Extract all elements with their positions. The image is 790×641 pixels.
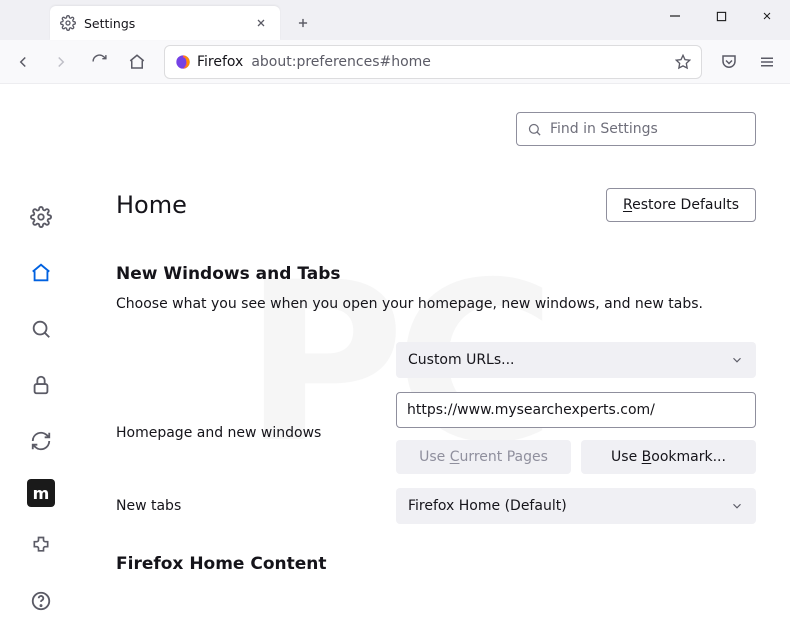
tab-title: Settings xyxy=(84,16,244,31)
homepage-mode-value: Custom URLs... xyxy=(408,352,515,368)
pocket-button[interactable] xyxy=(712,45,746,79)
reload-button[interactable] xyxy=(82,45,116,79)
sidebar-item-sync[interactable] xyxy=(23,423,59,459)
url-identity: Firefox xyxy=(197,54,243,70)
homepage-label: Homepage and new windows xyxy=(116,425,376,441)
sidebar-item-help[interactable] xyxy=(23,583,59,619)
sidebar-item-home[interactable] xyxy=(23,255,59,291)
newtabs-mode-select[interactable]: Firefox Home (Default) xyxy=(396,488,756,524)
chevron-down-icon xyxy=(730,353,744,367)
settings-sidebar: m xyxy=(0,84,82,641)
sidebar-item-more-mozilla[interactable]: m xyxy=(27,479,55,507)
window-controls xyxy=(652,0,790,40)
browser-tab[interactable]: Settings xyxy=(50,6,280,40)
chevron-down-icon xyxy=(730,499,744,513)
close-window-button[interactable] xyxy=(744,0,790,32)
sidebar-item-extensions[interactable] xyxy=(23,527,59,563)
minimize-button[interactable] xyxy=(652,0,698,32)
find-in-settings-input[interactable]: Find in Settings xyxy=(516,112,756,146)
firefox-icon xyxy=(175,54,191,70)
restore-defaults-button[interactable]: Restore Defaults xyxy=(606,188,756,222)
use-current-pages-button[interactable]: Use Current Pages xyxy=(396,440,571,474)
url-text: about:preferences#home xyxy=(251,54,669,70)
section-new-windows-title: New Windows and Tabs xyxy=(116,264,756,284)
app-menu-button[interactable] xyxy=(750,45,784,79)
search-icon xyxy=(527,122,542,137)
titlebar: Settings xyxy=(0,0,790,40)
homepage-url-input[interactable]: https://www.mysearchexperts.com/ xyxy=(396,392,756,428)
sidebar-item-general[interactable] xyxy=(23,199,59,235)
newtabs-mode-value: Firefox Home (Default) xyxy=(408,498,567,514)
bookmark-star-icon[interactable] xyxy=(675,54,691,70)
maximize-button[interactable] xyxy=(698,0,744,32)
homepage-mode-select[interactable]: Custom URLs... xyxy=(396,342,756,378)
close-tab-button[interactable] xyxy=(252,14,270,32)
home-button[interactable] xyxy=(120,45,154,79)
section-home-content-title: Firefox Home Content xyxy=(116,554,756,574)
page-title: Home xyxy=(116,191,187,219)
sidebar-item-privacy[interactable] xyxy=(23,367,59,403)
nav-toolbar: Firefox about:preferences#home xyxy=(0,40,790,84)
settings-main: Find in Settings Home Restore Defaults N… xyxy=(82,84,790,641)
homepage-url-value: https://www.mysearchexperts.com/ xyxy=(407,402,655,418)
use-bookmark-button[interactable]: Use Bookmark... xyxy=(581,440,756,474)
section-new-windows-desc: Choose what you see when you open your h… xyxy=(116,294,756,314)
new-tab-button[interactable] xyxy=(288,8,318,38)
newtabs-label: New tabs xyxy=(116,498,376,514)
gear-icon xyxy=(60,15,76,31)
url-bar[interactable]: Firefox about:preferences#home xyxy=(164,45,702,79)
back-button[interactable] xyxy=(6,45,40,79)
forward-button[interactable] xyxy=(44,45,78,79)
find-placeholder: Find in Settings xyxy=(550,121,658,137)
sidebar-item-search[interactable] xyxy=(23,311,59,347)
